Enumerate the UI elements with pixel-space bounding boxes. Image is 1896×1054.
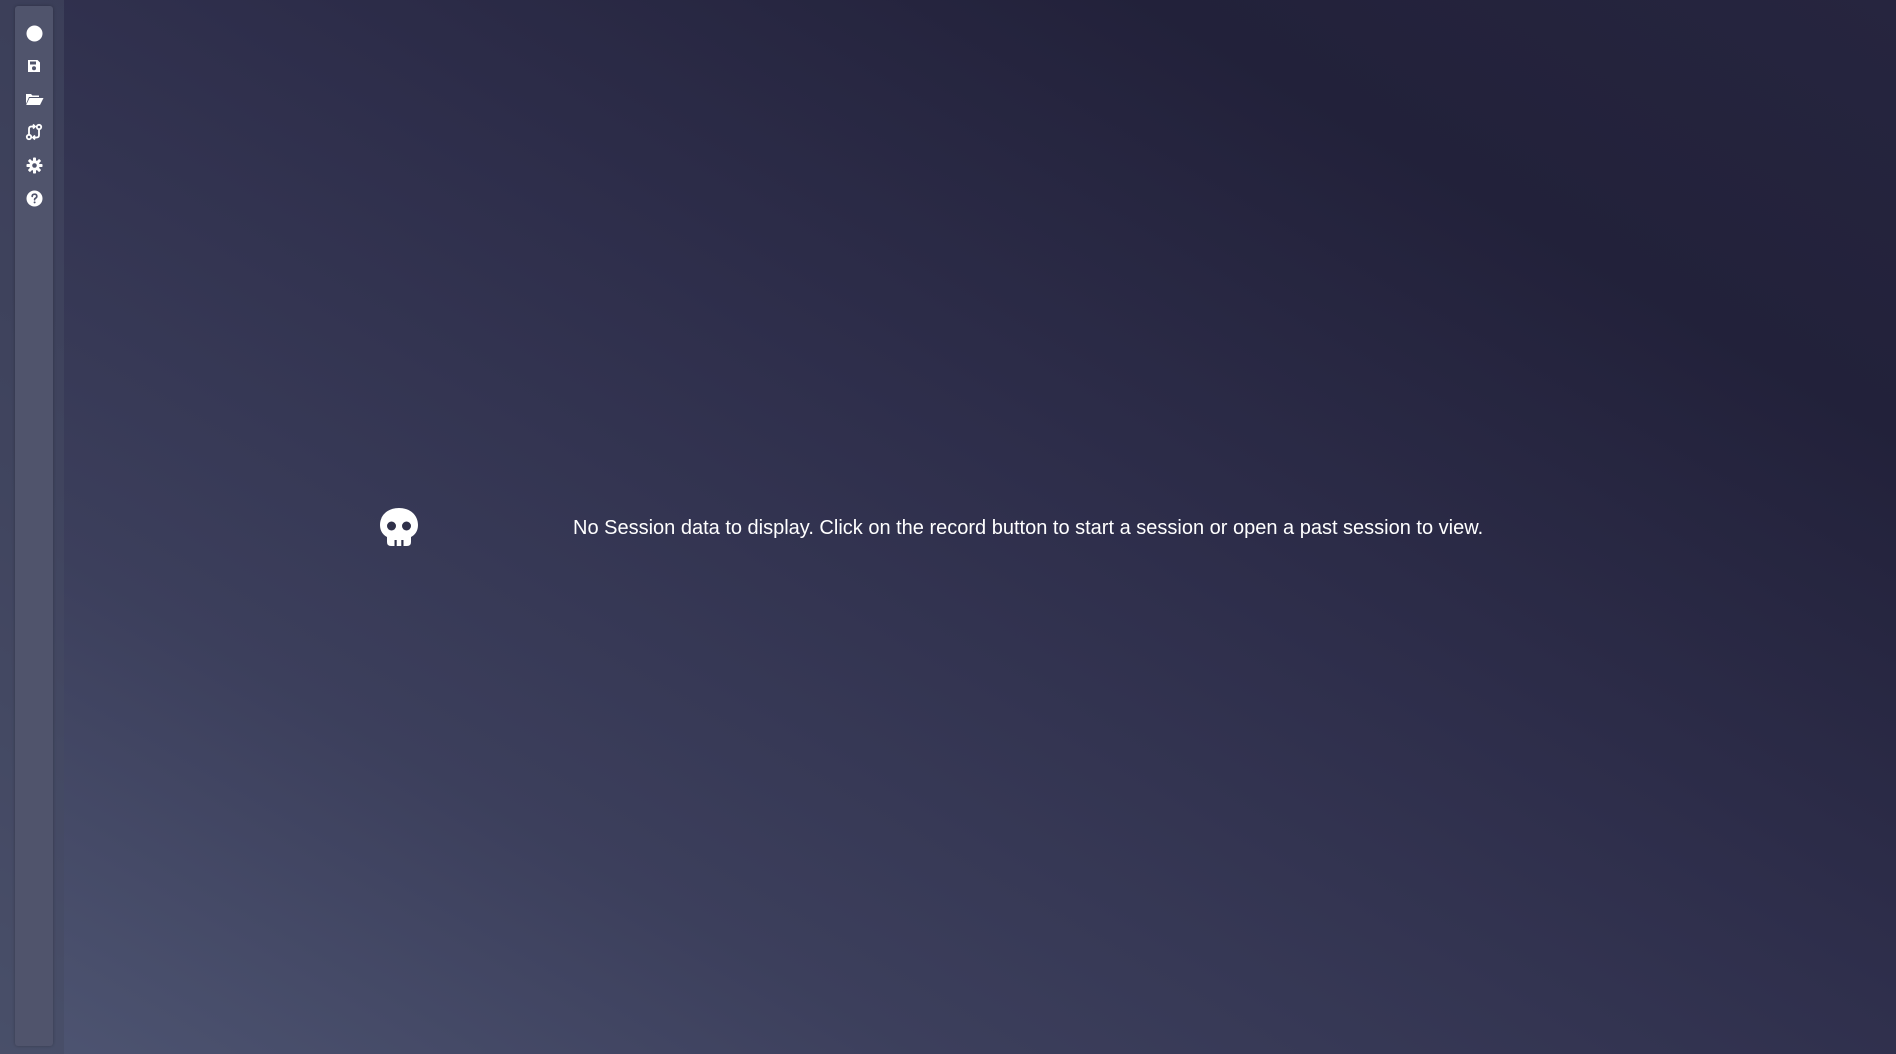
sidebar [15,6,53,1046]
record-button[interactable] [15,20,53,46]
empty-state-message: No Session data to display. Click on the… [573,517,1484,539]
folder-open-icon [25,94,43,105]
save-button[interactable] [15,53,53,79]
compare-button[interactable] [15,119,53,145]
record-icon [26,25,42,41]
help-button[interactable] [15,185,53,211]
save-icon [28,60,40,72]
gear-icon [26,157,42,173]
compare-icon [25,123,43,141]
skull-icon [380,508,418,546]
app-window: No Session data to display. Click on the… [0,0,1896,1054]
settings-button[interactable] [15,152,53,178]
help-icon [26,190,42,206]
open-button[interactable] [15,86,53,112]
